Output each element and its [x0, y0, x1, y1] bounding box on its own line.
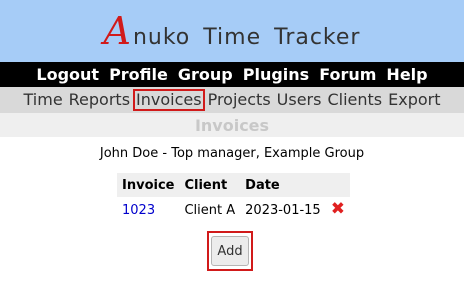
- menu-forum[interactable]: Forum: [319, 65, 376, 84]
- column-header-client: Client: [179, 173, 241, 197]
- menu-logout[interactable]: Logout: [36, 65, 99, 84]
- submenu-time[interactable]: Time: [21, 89, 66, 111]
- logo-word-2: Time: [203, 25, 262, 50]
- menu-group[interactable]: Group: [178, 65, 233, 84]
- table-header-row: Invoice Client Date: [117, 173, 350, 197]
- column-header-date: Date: [240, 173, 326, 197]
- invoice-link[interactable]: 1023: [122, 203, 155, 218]
- add-button[interactable]: Add: [211, 236, 249, 266]
- page: A nuko Time Tracker Logout Profile Group…: [0, 0, 464, 288]
- delete-cell: ✖: [326, 197, 350, 221]
- app-logo: A nuko Time Tracker: [104, 12, 361, 50]
- delete-x-icon[interactable]: ✖: [331, 201, 345, 218]
- menu-profile[interactable]: Profile: [109, 65, 168, 84]
- submenu-users[interactable]: Users: [274, 89, 325, 111]
- submenu-invoices[interactable]: Invoices: [133, 89, 205, 111]
- invoices-table: Invoice Client Date 1023 Client A 2023-0…: [117, 173, 350, 221]
- user-info: John Doe - Top manager, Example Group: [99, 146, 365, 161]
- column-header-actions: [325, 173, 350, 197]
- submenu-projects[interactable]: Projects: [205, 89, 274, 111]
- date-cell: 2023-01-15: [245, 202, 321, 218]
- table-row: 1023 Client A 2023-01-15 ✖: [117, 197, 350, 221]
- menu-plugins[interactable]: Plugins: [243, 65, 309, 84]
- column-header-invoice: Invoice: [117, 173, 180, 197]
- menu-help[interactable]: Help: [386, 65, 427, 84]
- client-cell: Client A: [184, 202, 236, 218]
- submenu-reports[interactable]: Reports: [66, 89, 133, 111]
- submenu-export[interactable]: Export: [385, 89, 443, 111]
- submenu-clients[interactable]: Clients: [324, 89, 385, 111]
- app-header: A nuko Time Tracker: [0, 0, 464, 62]
- logo-word-3: Tracker: [274, 25, 361, 50]
- invoice-cell: 1023: [117, 197, 179, 221]
- add-button-highlight: Add: [207, 231, 253, 271]
- sub-menu: Time Reports Invoices Projects Users Cli…: [0, 87, 464, 113]
- page-title: Invoices: [0, 113, 464, 137]
- top-menu: Logout Profile Group Plugins Forum Help: [0, 62, 464, 87]
- logo-word-1: nuko: [132, 25, 191, 50]
- logo-letter: A: [103, 9, 132, 53]
